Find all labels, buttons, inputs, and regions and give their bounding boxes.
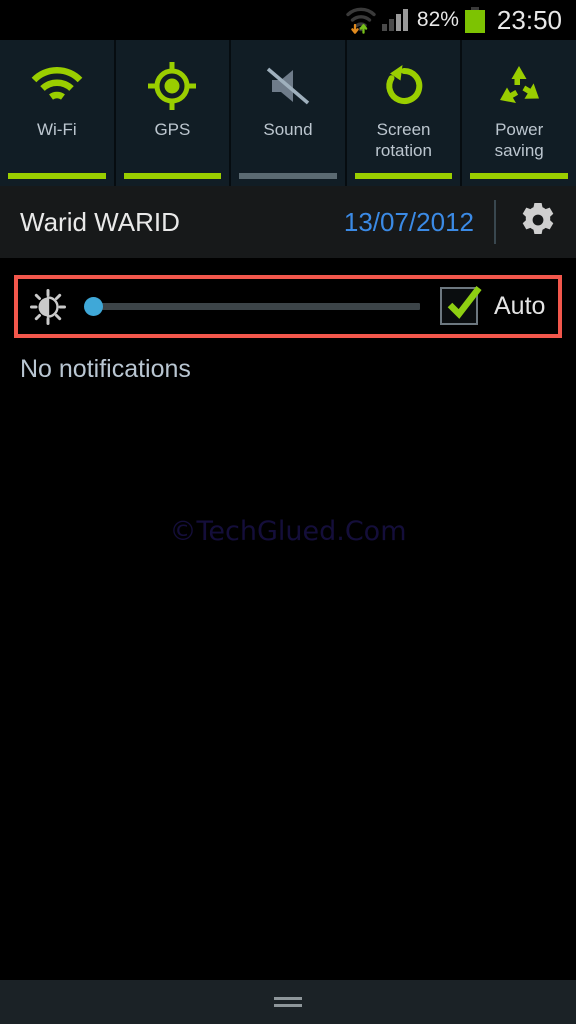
gps-crosshair-icon (146, 57, 198, 115)
toggle-state-bar (8, 173, 106, 179)
toggle-label-screen-rotation: Screen rotation (375, 120, 432, 160)
notification-shade: 82% 23:50 Wi-Fi GPS Sound Screen rotatio… (0, 0, 576, 1024)
toggle-state-bar (470, 173, 568, 179)
settings-button[interactable] (518, 200, 558, 245)
divider (494, 200, 496, 244)
toggle-power-saving[interactable]: Power saving (462, 40, 576, 186)
shade-drag-handle-bar[interactable] (0, 980, 576, 1024)
toggle-state-bar (239, 173, 337, 179)
toggle-state-bar (123, 173, 222, 179)
toggle-label-wifi: Wi-Fi (36, 120, 77, 139)
cellular-signal-icon (381, 9, 410, 31)
toggle-sound[interactable]: Sound (231, 40, 347, 186)
rotate-icon (380, 57, 428, 115)
recycle-icon (494, 57, 544, 115)
status-bar-clock: 23:50 (496, 4, 562, 35)
brightness-sun-icon (30, 288, 66, 325)
auto-brightness-label: Auto (494, 292, 546, 320)
toggle-screen-rotation[interactable]: Screen rotation (347, 40, 463, 186)
toggle-wifi[interactable]: Wi-Fi (0, 40, 116, 186)
wifi-no-internet-icon (344, 5, 378, 35)
no-notifications-text: No notifications (20, 355, 191, 383)
battery-full-icon (464, 7, 485, 33)
brightness-slider[interactable] (84, 296, 420, 318)
brightness-row-highlighted: Auto (14, 275, 562, 338)
watermark: ©TechGlued.Com (169, 516, 407, 547)
sound-muted-icon (262, 57, 314, 115)
gear-icon (518, 200, 558, 245)
wifi-icon (29, 57, 85, 115)
checkbox-checked-icon (442, 283, 484, 330)
carrier-row: Warid WARID 13/07/2012 (0, 186, 576, 258)
slider-track (94, 303, 420, 310)
auto-brightness-checkbox[interactable] (440, 285, 482, 327)
toggle-label-gps: GPS (154, 120, 191, 139)
drag-handle-icon (274, 1004, 302, 1007)
toggle-state-bar (354, 173, 453, 179)
battery-percent-label: 82% (416, 8, 459, 31)
date-label: 13/07/2012 (343, 206, 474, 237)
drag-handle-icon (274, 997, 302, 1000)
slider-thumb[interactable] (84, 297, 103, 316)
toggle-gps[interactable]: GPS (116, 40, 232, 186)
toggle-label-sound: Sound (263, 120, 313, 139)
status-bar: 82% 23:50 (0, 0, 576, 40)
toggle-label-power-saving: Power saving (494, 120, 544, 160)
carrier-name: Warid WARID (20, 206, 180, 237)
quick-toggle-row: Wi-Fi GPS Sound Screen rotation Power sa… (0, 40, 576, 186)
